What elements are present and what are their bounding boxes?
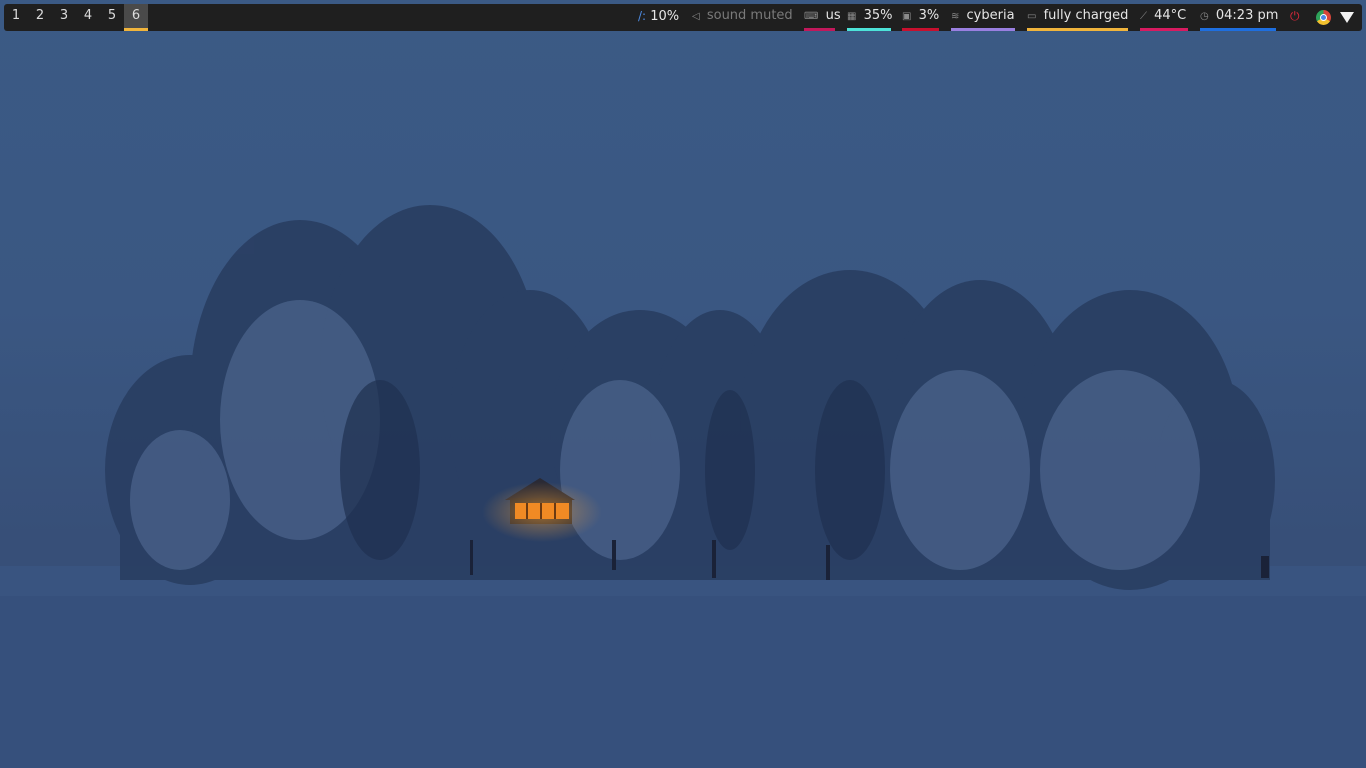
- battery-underline: [1027, 28, 1128, 31]
- workspace-3[interactable]: 3: [52, 4, 76, 31]
- memory-module: ▦ 35%: [847, 4, 893, 31]
- keyboard-underline: [804, 28, 835, 31]
- wifi-module[interactable]: ≋ cyberia: [951, 4, 1015, 31]
- speaker-icon: ◁: [692, 11, 700, 22]
- memory-icon: ▦: [847, 11, 857, 22]
- cpu-value: 3%: [918, 8, 940, 23]
- workspace-4[interactable]: 4: [76, 4, 100, 31]
- memory-underline: [847, 28, 891, 31]
- temperature-value: 44°C: [1154, 8, 1187, 23]
- cpu-underline: [902, 28, 939, 31]
- network-tray-icon[interactable]: [1340, 12, 1354, 23]
- power-button[interactable]: ⏻: [1290, 4, 1300, 31]
- filesystem-icon: /:: [638, 9, 647, 23]
- keyboard-layout-module[interactable]: ⌨ us: [804, 4, 841, 31]
- power-icon: ⏻: [1290, 9, 1300, 23]
- temperature-module: ⟋ 44°C: [1140, 4, 1188, 31]
- clock-time: 04:23 pm: [1215, 8, 1279, 23]
- wifi-underline: [951, 28, 1015, 31]
- cpu-module: ▣ 3%: [902, 4, 939, 31]
- wifi-ssid: cyberia: [966, 8, 1015, 23]
- filesystem-value: 10%: [650, 9, 680, 24]
- workspace-1[interactable]: 1: [4, 4, 28, 31]
- sound-status: sound muted: [706, 8, 793, 23]
- clock-icon: ◷: [1200, 11, 1209, 22]
- workspace-5[interactable]: 5: [100, 4, 124, 31]
- temperature-underline: [1140, 28, 1188, 31]
- workspace-6-active[interactable]: 6: [124, 4, 148, 31]
- filesystem-module: /: 10%: [638, 4, 679, 31]
- clock-module[interactable]: ◷ 04:23 pm: [1200, 4, 1279, 31]
- keyboard-icon: ⌨: [804, 11, 819, 22]
- wifi-icon: ≋: [951, 11, 960, 22]
- workspace-2[interactable]: 2: [28, 4, 52, 31]
- memory-value: 35%: [863, 8, 893, 23]
- sound-module[interactable]: ◁ sound muted: [692, 4, 793, 31]
- battery-status: fully charged: [1043, 8, 1129, 23]
- top-status-bar: 1 2 3 4 5 6 /: 10% ◁ sound muted ⌨ us ▦ …: [4, 4, 1362, 31]
- chrome-icon[interactable]: [1316, 10, 1331, 25]
- cpu-icon: ▣: [902, 11, 912, 22]
- battery-module: ▭ fully charged: [1027, 4, 1128, 31]
- thermometer-icon: ⟋: [1140, 11, 1147, 22]
- clock-underline: [1200, 28, 1276, 31]
- keyboard-layout: us: [825, 8, 841, 23]
- battery-icon: ▭: [1027, 11, 1037, 22]
- desktop-wallpaper: [0, 0, 1366, 768]
- winter-landscape-image: [0, 205, 1366, 768]
